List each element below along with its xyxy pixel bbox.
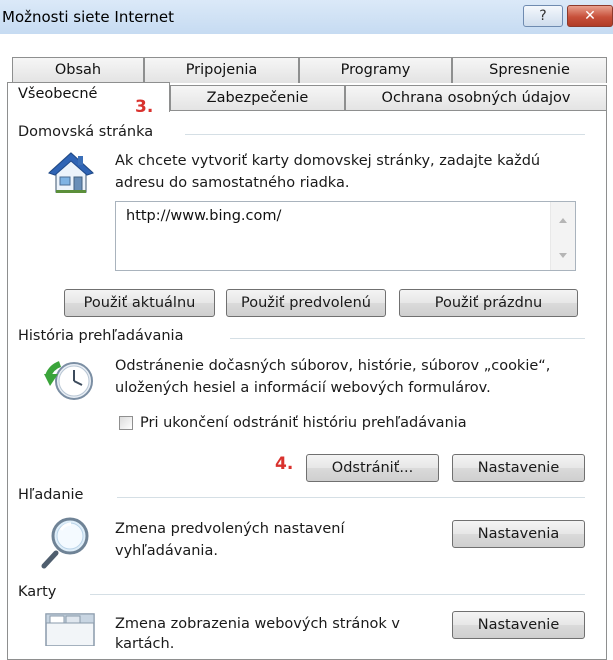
history-section-title: História prehľadávania [18,328,192,344]
home-page-section-title: Domovská stránka [18,124,162,140]
panel-content: Domovská stránka Ak chcete vytvoriť kart… [0,0,613,652]
home-section-divider [185,134,585,135]
home-page-description-line1: Ak chcete vytvoriť karty domovskej strán… [115,153,541,169]
step-3-annotation: 3. [135,97,154,117]
tabs-description-line1: Zmena zobrazenia webových stránok v [115,616,400,632]
home-page-url-textarea[interactable]: http://www.bing.com/ [115,201,576,271]
search-section-divider [117,497,585,498]
tabs-description-line2: kartách. [115,636,175,652]
use-current-button[interactable]: Použiť aktuálnu [64,289,215,317]
search-description-line2: vyhľadávania. [115,543,218,559]
history-description-line2: uložených hesiel a informácií webových f… [115,380,491,396]
use-default-button[interactable]: Použiť predvolenú [226,289,386,317]
tabs-section-title: Karty [18,584,65,600]
textarea-scrollbar[interactable] [550,202,575,270]
magnifier-icon [41,517,89,569]
house-icon [48,152,94,193]
history-description-line1: Odstránenie dočasných súborov, histórie,… [115,358,551,374]
delete-button[interactable]: Odstrániť... [306,454,439,482]
use-blank-button[interactable]: Použiť prázdnu [399,289,578,317]
tabs-window-icon [45,613,95,646]
step-4-annotation: 4. [275,454,294,474]
delete-history-on-exit-label[interactable]: Pri ukončení odstrániť históriu prehľadá… [140,413,467,434]
home-page-description-line2: adresu do samostatného riadka. [115,175,350,191]
delete-history-on-exit-checkbox[interactable] [119,416,133,430]
history-section-divider [230,338,585,339]
search-settings-button[interactable]: Nastavenia [452,520,585,548]
history-settings-button[interactable]: Nastavenie [452,454,585,482]
tabs-settings-button[interactable]: Nastavenie [452,611,585,639]
scroll-down-icon[interactable] [559,253,567,258]
clock-history-icon [44,361,93,400]
home-page-url-value: http://www.bing.com/ [126,208,282,224]
search-section-title: Hľadanie [18,487,92,503]
tabs-section-divider [90,594,585,595]
scroll-up-icon[interactable] [559,218,567,223]
search-description-line1: Zmena predvolených nastavení [115,521,345,537]
